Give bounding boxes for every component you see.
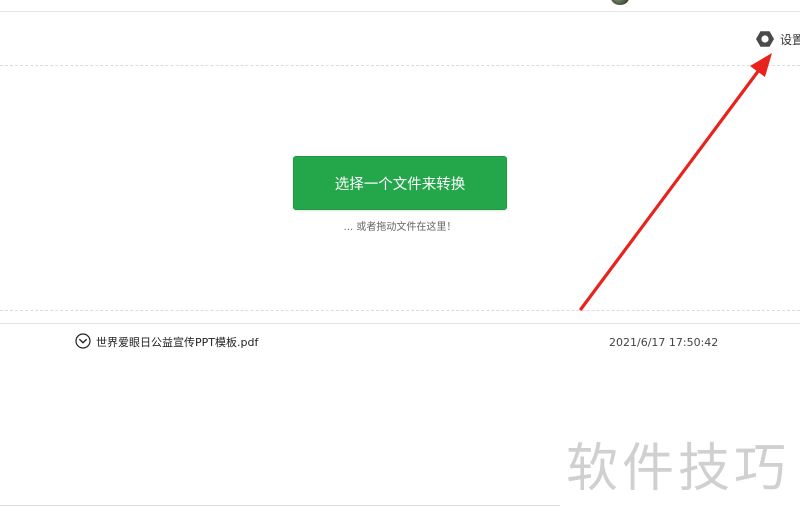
- file-row[interactable]: 世界爱眼日公益宣传PPT模板.pdf 2021/6/17 17:50:42: [0, 326, 800, 356]
- choose-file-button-label: 选择一个文件来转换: [334, 176, 466, 193]
- settings-button[interactable]: 设置: [755, 29, 800, 49]
- avatar[interactable]: [611, 0, 629, 5]
- top-bar: [0, 0, 800, 12]
- watermark-text: 软件技巧: [566, 439, 791, 499]
- chevron-down-circle-icon[interactable]: [75, 333, 91, 349]
- file-name: 世界爱眼日公益宣传PPT模板.pdf: [96, 336, 259, 349]
- list-divider: [0, 323, 800, 324]
- choose-file-button[interactable]: 选择一个文件来转换: [293, 156, 507, 210]
- settings-label: 设置: [780, 32, 800, 47]
- bottom-divider: [0, 505, 560, 506]
- file-timestamp: 2021/6/17 17:50:42: [609, 336, 719, 349]
- converter-window: 设置 选择一个文件来转换 ... 或者拖动文件在这里！ 世界爱眼日公益宣传PPT…: [0, 0, 800, 521]
- drag-hint: ... 或者拖动文件在这里！: [343, 222, 457, 233]
- gear-icon: [755, 29, 775, 49]
